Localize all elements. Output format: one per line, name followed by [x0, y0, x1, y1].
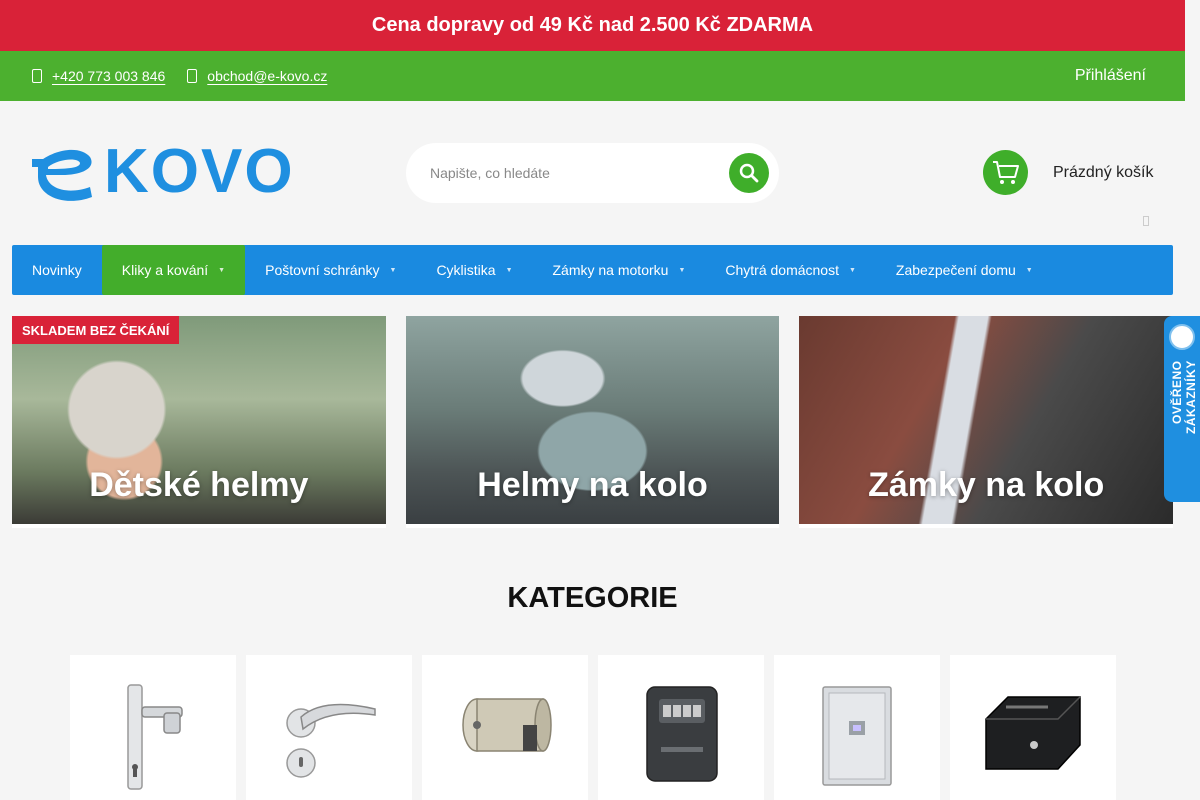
cash-box-icon: [985, 696, 1081, 770]
nav-item-label: Chytrá domácnost: [725, 262, 839, 278]
login-link[interactable]: Přihlášení: [1075, 67, 1146, 85]
cart[interactable]: Prázdný košík: [983, 150, 1153, 195]
main-nav: Novinky Kliky a kování ▼ Poštovní schránk…: [12, 245, 1173, 295]
category-rosette-handles[interactable]: [246, 655, 412, 800]
nav-item-kliky-a-kovani[interactable]: Kliky a kování ▼: [101, 245, 246, 295]
verified-seal-icon: [1169, 324, 1195, 350]
door-handle-icon: [127, 684, 183, 790]
banner-row: SKLADEM BEZ ČEKÁNÍ Dětské helmy Helmy na…: [12, 316, 1174, 528]
nav-item-label: Kliky a kování: [121, 262, 209, 278]
nav-item-label: Zámky na motorku: [552, 262, 669, 278]
key-safe-icon: [646, 686, 718, 782]
nav-item-label: Cyklistika: [436, 262, 496, 278]
verified-text: OVĚŘENO ZÁKAZNÍKY: [1170, 360, 1198, 434]
banner-bike-locks[interactable]: Zámky na kolo: [799, 316, 1174, 528]
category-door-handle-set[interactable]: [70, 655, 236, 800]
cart-button[interactable]: [983, 150, 1028, 195]
category-key-cabinets[interactable]: [774, 655, 940, 800]
nav-item-label: Poštovní schránky: [265, 262, 380, 278]
caret-down-icon: ▼: [848, 266, 856, 274]
lock-cylinder-icon: [462, 698, 552, 752]
caret-down-icon: ▼: [505, 266, 513, 274]
mail-icon: [187, 69, 198, 83]
nav-item-label: Zabezpečení domu: [895, 262, 1016, 278]
categories-title: KATEGORIE: [507, 582, 678, 614]
caret-down-icon: ▼: [389, 266, 397, 274]
category-lock-cylinders[interactable]: [422, 655, 588, 800]
caret-down-icon: ▼: [678, 266, 686, 274]
stock-badge: SKLADEM BEZ ČEKÁNÍ: [12, 316, 180, 344]
search-icon: [739, 163, 759, 183]
banner-title: Helmy na kolo: [477, 466, 708, 504]
search-button[interactable]: [729, 153, 769, 193]
cart-icon: [992, 160, 1019, 184]
search-input[interactable]: [430, 165, 720, 181]
banner-title: Dětské helmy: [89, 466, 309, 504]
nav-item-novinky[interactable]: Novinky: [12, 245, 102, 295]
search-box: [406, 143, 779, 203]
category-cash-boxes[interactable]: [950, 655, 1116, 800]
nav-item-chytra-domacnost[interactable]: Chytrá domácnost ▼: [705, 245, 876, 295]
phone-link[interactable]: +420 773 003 846: [52, 68, 165, 84]
logo-e-icon: [32, 149, 92, 201]
caret-down-icon: ▼: [218, 266, 226, 274]
banner-bike-helmets[interactable]: Helmy na kolo: [405, 316, 780, 528]
key-cabinet-icon: [822, 686, 892, 786]
nav-item-zamky-na-motorku[interactable]: Zámky na motorku ▼: [533, 245, 706, 295]
contact-bar: +420 773 003 846 obchod@e-kovo.cz Přihlá…: [0, 51, 1185, 101]
banner-title: Zámky na kolo: [868, 466, 1105, 504]
nav-item-postovni-schranky[interactable]: Poštovní schránky ▼: [245, 245, 416, 295]
phone-icon: [32, 69, 42, 83]
promo-bar: Cena dopravy od 49 Kč nad 2.500 Kč ZDARM…: [0, 0, 1185, 51]
email-contact: obchod@e-kovo.cz: [187, 68, 327, 84]
logo-text: KOVO: [104, 137, 295, 206]
promo-text: Cena dopravy od 49 Kč nad 2.500 Kč ZDARM…: [371, 14, 814, 36]
header: KOVO Prázdný košík: [0, 101, 1185, 245]
nav-item-cyklistika[interactable]: Cyklistika ▼: [416, 245, 532, 295]
bookmark-icon: [1143, 216, 1149, 226]
email-link[interactable]: obchod@e-kovo.cz: [207, 68, 327, 84]
verified-reviews-tab[interactable]: OVĚŘENO ZÁKAZNÍKY: [1164, 316, 1200, 502]
cart-label: Prázdný košík: [1053, 163, 1154, 181]
caret-down-icon: ▼: [1025, 266, 1033, 274]
category-list: [70, 655, 1116, 800]
phone-contact: +420 773 003 846: [32, 68, 165, 84]
logo[interactable]: KOVO: [32, 141, 295, 203]
category-key-safes[interactable]: [598, 655, 764, 800]
nav-item-zabezpeceni-domu[interactable]: Zabezpečení domu ▼: [876, 245, 1053, 295]
rosette-handle-icon: [286, 703, 376, 778]
nav-item-label: Novinky: [32, 262, 82, 278]
banner-kids-helmets[interactable]: SKLADEM BEZ ČEKÁNÍ Dětské helmy: [12, 316, 386, 528]
